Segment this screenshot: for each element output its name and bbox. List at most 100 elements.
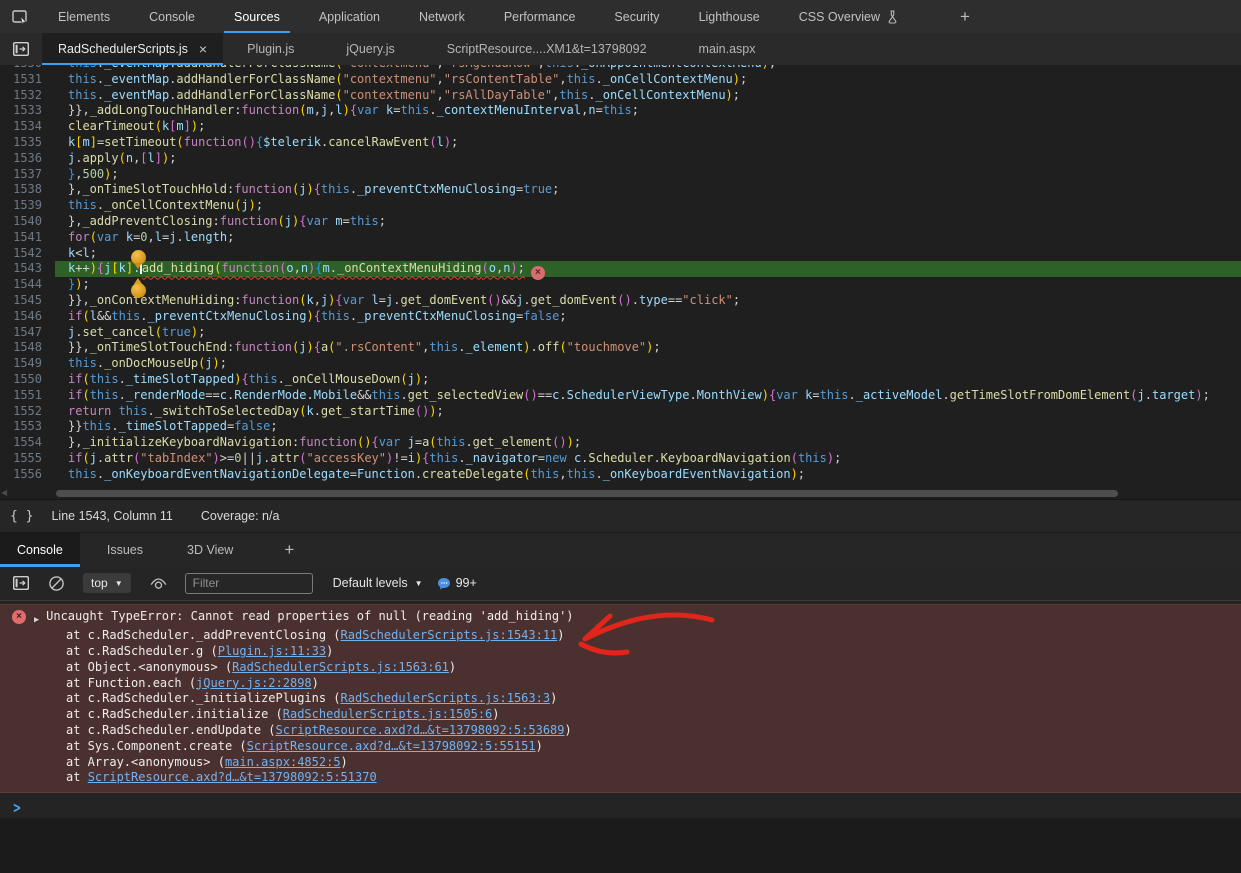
code-line-1549[interactable]: 1549this._onDocMouseUp(j); bbox=[0, 356, 1241, 372]
source-location-link[interactable]: ScriptResource.axd?d…&t=13798092:5:53689 bbox=[276, 723, 565, 737]
navigator-toggle-icon[interactable] bbox=[12, 41, 30, 57]
code-line-1536[interactable]: 1536j.apply(n,[l]); bbox=[0, 151, 1241, 167]
code-line-1550[interactable]: 1550if(this._timeSlotTapped){this._onCel… bbox=[0, 372, 1241, 388]
line-number: 1552 bbox=[0, 404, 55, 420]
code-editor[interactable]: 1530this._eventMap.addHandlerForClassNam… bbox=[0, 65, 1241, 499]
close-tab-icon[interactable]: × bbox=[199, 42, 207, 56]
selection-handle-bottom[interactable] bbox=[131, 283, 146, 298]
main-tab-elements[interactable]: Elements bbox=[45, 0, 123, 33]
stack-frame-text: at c.RadScheduler.g ( bbox=[66, 644, 218, 658]
expand-triangle-icon[interactable]: ▶ bbox=[34, 613, 39, 629]
code-line-1555[interactable]: 1555if(j.attr("tabIndex")>=0||j.attr("ac… bbox=[0, 451, 1241, 467]
file-tabbar: RadSchedulerScripts.js×Plugin.js jQuery.j… bbox=[0, 33, 1241, 65]
file-tab-label: ScriptResource....XM1&t=13798092 bbox=[447, 42, 647, 56]
scrollbar-thumb[interactable] bbox=[56, 490, 1118, 497]
file-tab-plugin-js[interactable]: Plugin.js bbox=[231, 33, 310, 65]
main-tab-performance[interactable]: Performance bbox=[491, 0, 589, 33]
code-line-1554[interactable]: 1554},_initializeKeyboardNavigation:func… bbox=[0, 435, 1241, 451]
code-line-1530[interactable]: 1530this._eventMap.addHandlerForClassNam… bbox=[0, 65, 1241, 72]
code-text: return this._switchToSelectedDay(k.get_s… bbox=[55, 404, 1241, 420]
console-prompt[interactable]: > bbox=[0, 796, 1241, 820]
code-line-1548[interactable]: 1548}},_onTimeSlotTouchEnd:function(j){a… bbox=[0, 340, 1241, 356]
source-location-link[interactable]: RadSchedulerScripts.js:1563:61 bbox=[232, 660, 449, 674]
main-tab-lighthouse[interactable]: Lighthouse bbox=[686, 0, 773, 33]
line-number: 1533 bbox=[0, 103, 55, 119]
main-tab-security[interactable]: Security bbox=[601, 0, 672, 33]
code-line-1552[interactable]: 1552return this._switchToSelectedDay(k.g… bbox=[0, 404, 1241, 420]
code-line-1537[interactable]: 1537},500); bbox=[0, 167, 1241, 183]
code-line-1538[interactable]: 1538},_onTimeSlotTouchHold:function(j){t… bbox=[0, 182, 1241, 198]
scrollbar-left-arrow-icon[interactable]: ◀ bbox=[1, 489, 7, 497]
code-line-1541[interactable]: 1541for(var k=0,l=j.length; bbox=[0, 230, 1241, 246]
code-line-1542[interactable]: 1542k<l; bbox=[0, 246, 1241, 262]
console-tab-label: 3D View bbox=[187, 543, 233, 557]
source-location-link[interactable]: main.aspx:4852:5 bbox=[225, 755, 341, 769]
code-line-1545[interactable]: 1545}},_onContextMenuHiding:function(k,j… bbox=[0, 293, 1241, 309]
issues-count-badge[interactable]: 99+ bbox=[437, 576, 477, 590]
pretty-print-icon[interactable]: { } bbox=[10, 509, 33, 524]
source-location-link[interactable]: RadSchedulerScripts.js:1563:3 bbox=[341, 691, 551, 705]
code-line-1533[interactable]: 1533}},_addLongTouchHandler:function(m,j… bbox=[0, 103, 1241, 119]
source-location-link[interactable]: ScriptResource.axd?d…&t=13798092:5:51370 bbox=[88, 770, 377, 784]
clear-console-button[interactable] bbox=[48, 575, 65, 592]
file-tab-main-aspx[interactable]: main.aspx bbox=[683, 33, 772, 65]
main-tab-application[interactable]: Application bbox=[306, 0, 393, 33]
code-line-1532[interactable]: 1532this._eventMap.addHandlerForClassNam… bbox=[0, 88, 1241, 104]
code-line-1551[interactable]: 1551if(this._renderMode==c.RenderMode.Mo… bbox=[0, 388, 1241, 404]
console-sidebar-toggle-icon[interactable] bbox=[12, 575, 30, 591]
code-line-1546[interactable]: 1546if(l&&this._preventCtxMenuClosing){t… bbox=[0, 309, 1241, 325]
stack-frame-text: ) bbox=[492, 707, 499, 721]
code-line-1531[interactable]: 1531this._eventMap.addHandlerForClassNam… bbox=[0, 72, 1241, 88]
log-levels-dropdown[interactable]: Default levels ▼ bbox=[333, 576, 423, 590]
line-number: 1530 bbox=[0, 65, 55, 72]
selection-handle-top[interactable] bbox=[131, 250, 146, 265]
console-tab-3d-view[interactable]: 3D View bbox=[170, 533, 250, 567]
live-expression-eye-button[interactable] bbox=[149, 576, 168, 591]
add-drawer-tab-button[interactable]: + bbox=[284, 541, 294, 558]
source-location-link[interactable]: ScriptResource.axd?d…&t=13798092:5:55151 bbox=[247, 739, 536, 753]
line-number: 1535 bbox=[0, 135, 55, 151]
stack-frame-text: ) bbox=[449, 660, 456, 674]
source-location-link[interactable]: jQuery.js:2:2898 bbox=[196, 676, 312, 690]
stack-frame-text: at c.RadScheduler._addPreventClosing ( bbox=[66, 628, 341, 642]
main-tab-sources[interactable]: Sources bbox=[221, 0, 293, 33]
code-line-1556[interactable]: 1556this._onKeyboardEventNavigationDeleg… bbox=[0, 467, 1241, 483]
code-line-1547[interactable]: 1547j.set_cancel(true); bbox=[0, 325, 1241, 341]
code-text: this._eventMap.addHandlerForClassName("c… bbox=[55, 72, 1241, 88]
code-line-1544[interactable]: 1544}); bbox=[0, 277, 1241, 293]
source-location-link[interactable]: RadSchedulerScripts.js:1543:11 bbox=[341, 628, 558, 642]
code-line-1535[interactable]: 1535k[m]=setTimeout(function(){$telerik.… bbox=[0, 135, 1241, 151]
code-line-1534[interactable]: 1534clearTimeout(k[m]); bbox=[0, 119, 1241, 135]
code-line-1540[interactable]: 1540},_addPreventClosing:function(j){var… bbox=[0, 214, 1241, 230]
console-output: × ▶ Uncaught TypeError: Cannot read prop… bbox=[0, 604, 1241, 818]
code-text: if(j.attr("tabIndex")>=0||j.attr("access… bbox=[55, 451, 1241, 467]
source-location-link[interactable]: Plugin.js:11:33 bbox=[218, 644, 326, 658]
main-tab-network[interactable]: Network bbox=[406, 0, 478, 33]
console-filter-input[interactable] bbox=[185, 573, 313, 594]
stack-frame-text: ) bbox=[341, 755, 348, 769]
main-tab-label: Elements bbox=[58, 10, 110, 24]
source-location-link[interactable]: RadSchedulerScripts.js:1505:6 bbox=[283, 707, 493, 721]
main-tab-label: Security bbox=[614, 10, 659, 24]
javascript-context-dropdown[interactable]: top ▼ bbox=[83, 573, 131, 593]
file-tab-scriptresource-xm1-t-13798092[interactable]: ScriptResource....XM1&t=13798092 bbox=[431, 33, 663, 65]
file-tab-radschedulerscripts-js[interactable]: RadSchedulerScripts.js× bbox=[42, 33, 223, 65]
file-tab-jquery-js[interactable]: jQuery.js bbox=[330, 33, 410, 65]
code-text: },_initializeKeyboardNavigation:function… bbox=[55, 435, 1241, 451]
stack-frame-text: at c.RadScheduler.endUpdate ( bbox=[66, 723, 276, 737]
prompt-chevron-icon: > bbox=[13, 799, 20, 818]
code-line-1543[interactable]: 1543k++){j[k].add_hiding(function(o,n){m… bbox=[0, 261, 1241, 277]
stack-frame-text: at Function.each ( bbox=[66, 676, 196, 690]
code-line-1553[interactable]: 1553}}this._timeSlotTapped=false; bbox=[0, 419, 1241, 435]
more-tools-button[interactable]: + bbox=[950, 8, 980, 25]
code-line-1539[interactable]: 1539this._onCellContextMenu(j); bbox=[0, 198, 1241, 214]
horizontal-scrollbar[interactable]: ◀ bbox=[0, 487, 1241, 499]
line-number: 1555 bbox=[0, 451, 55, 467]
stack-frame-text: ) bbox=[565, 723, 572, 737]
console-tab-issues[interactable]: Issues bbox=[90, 533, 160, 567]
line-number: 1556 bbox=[0, 467, 55, 483]
main-tab-css-overview[interactable]: CSS Overview bbox=[786, 0, 911, 33]
console-tab-console[interactable]: Console bbox=[0, 533, 80, 567]
device-emulation-icon[interactable] bbox=[11, 8, 30, 26]
main-tab-console[interactable]: Console bbox=[136, 0, 208, 33]
